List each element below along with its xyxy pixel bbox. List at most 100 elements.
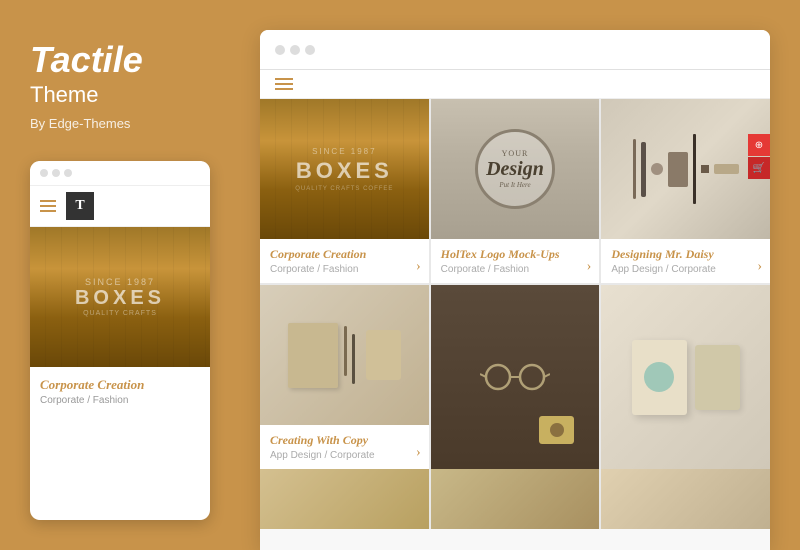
card-3-arrow[interactable]: › xyxy=(757,259,762,275)
biz-card-circle xyxy=(644,362,674,392)
camera-body xyxy=(539,416,574,444)
card-image-6 xyxy=(601,285,770,469)
portfolio-card-1[interactable]: SINCE 1987 BOXES QUALITY CRAFTS COFFEE C… xyxy=(260,99,429,283)
badge-top: ⊕ xyxy=(748,134,770,156)
mobile-card-category: Corporate / Fashion xyxy=(40,395,200,406)
tool-tape xyxy=(714,164,739,174)
wooden-box-mobile: SINCE 1987 BOXES QUALITY CRAFTS xyxy=(30,227,210,367)
ham-line-2 xyxy=(275,83,293,85)
card-3-info: Designing Mr. Daisy App Design / Corpora… xyxy=(601,239,770,283)
biz-card-2 xyxy=(695,345,740,410)
card-4-arrow[interactable]: › xyxy=(416,445,421,461)
portfolio-card-4[interactable]: Creating With Copy App Design / Corporat… xyxy=(260,285,429,469)
glasses-icon xyxy=(480,362,550,392)
card-2-info: HolTex Logo Mock-Ups Corporate / Fashion… xyxy=(431,239,600,283)
browser-window-dots xyxy=(275,45,315,55)
ham-line-1 xyxy=(275,78,293,80)
browser-toolbar xyxy=(260,30,770,70)
boxes-sublabel: SINCE 1987 xyxy=(85,277,155,287)
browser-dot-3 xyxy=(305,45,315,55)
badge-icon-bottom: 🛒 xyxy=(753,163,765,174)
tool-ruler xyxy=(693,134,696,204)
card-4-category: App Design / Corporate xyxy=(270,450,419,461)
hamburger-line-1 xyxy=(40,200,56,202)
card-4-title: Creating With Copy xyxy=(270,433,419,448)
browser-mockup: SINCE 1987 BOXES QUALITY CRAFTS COFFEE C… xyxy=(260,30,770,550)
mobile-logo: T xyxy=(66,192,94,220)
badge-bottom: 🛒 xyxy=(748,157,770,179)
hamburger-icon[interactable] xyxy=(40,200,56,212)
tools-visual xyxy=(601,99,770,239)
browser-dot-1 xyxy=(275,45,285,55)
mobile-nav: T xyxy=(30,186,210,227)
boxes-desc: QUALITY CRAFTS xyxy=(83,310,157,317)
card-image-1: SINCE 1987 BOXES QUALITY CRAFTS COFFEE xyxy=(260,99,429,239)
round-stamp-visual: YOUR Design Put It Here xyxy=(431,99,600,239)
mobile-card-title: Corporate Creation xyxy=(40,377,200,393)
stamp-put: Put It Here xyxy=(499,181,530,189)
stamp-your: YOUR xyxy=(502,149,529,158)
tool-pencil-1 xyxy=(633,139,636,199)
mobile-dot-3 xyxy=(64,169,72,177)
wooden-box-visual: SINCE 1987 BOXES QUALITY CRAFTS COFFEE xyxy=(260,99,429,239)
sidebar-title: Tactile xyxy=(30,40,210,80)
mobile-dot-1 xyxy=(40,169,48,177)
browser-hamburger-icon[interactable] xyxy=(275,78,293,90)
portfolio-card-2[interactable]: YOUR Design Put It Here HolTex Logo Mock… xyxy=(431,99,600,283)
camera-lens xyxy=(550,423,564,437)
stamp-circle: YOUR Design Put It Here xyxy=(475,129,555,209)
sidebar-subtitle: Theme xyxy=(30,82,210,108)
mobile-preview-header xyxy=(30,161,210,186)
stationery-tools xyxy=(344,326,355,384)
mobile-card-image: SINCE 1987 BOXES QUALITY CRAFTS xyxy=(30,227,210,367)
red-badge: ⊕ 🛒 xyxy=(748,134,770,179)
portfolio-grid: SINCE 1987 BOXES QUALITY CRAFTS COFFEE C… xyxy=(260,99,770,469)
stationery-envelope xyxy=(288,323,338,388)
bottom-card-2 xyxy=(431,469,600,529)
card-2-category: Corporate / Fashion xyxy=(441,264,590,275)
hamburger-line-2 xyxy=(40,205,56,207)
card-4-info: Creating With Copy App Design / Corporat… xyxy=(260,425,429,469)
hamburger-line-3 xyxy=(40,210,56,212)
badge-icon-top: ⊕ xyxy=(755,140,763,151)
portfolio-card-6[interactable]: Developing The Grid Corporate / Fashion … xyxy=(601,285,770,469)
browser-inner-nav xyxy=(260,70,770,99)
portfolio-card-5[interactable]: Art In Design Fashion / UI Design › xyxy=(431,285,600,469)
business-cards-visual xyxy=(601,285,770,469)
mobile-dot-2 xyxy=(52,169,60,177)
card-1-title: Corporate Creation xyxy=(270,247,419,262)
card-1-arrow[interactable]: › xyxy=(416,259,421,275)
card-1-info: Corporate Creation Corporate / Fashion › xyxy=(260,239,429,283)
card-image-4 xyxy=(260,285,429,425)
mobile-card-info: Corporate Creation Corporate / Fashion xyxy=(30,367,210,416)
ham-line-3 xyxy=(275,88,293,90)
portfolio-card-3[interactable]: ⊕ 🛒 Designing Mr. Daisy App Design / Cor… xyxy=(601,99,770,283)
sidebar: Tactile Theme By Edge-Themes T SINCE 198… xyxy=(0,0,240,550)
browser-content: SINCE 1987 BOXES QUALITY CRAFTS COFFEE C… xyxy=(260,70,770,550)
card-image-3 xyxy=(601,99,770,239)
sidebar-author: By Edge-Themes xyxy=(30,116,210,131)
card-2-title: HolTex Logo Mock-Ups xyxy=(441,247,590,262)
card-image-2: YOUR Design Put It Here xyxy=(431,99,600,239)
mobile-window-dots xyxy=(40,169,72,177)
bottom-card-1 xyxy=(260,469,429,529)
biz-card-1 xyxy=(632,340,687,415)
since-label: SINCE 1987 xyxy=(312,147,376,156)
boxes-text-mobile: BOXES xyxy=(75,287,165,310)
boxes-label: BOXES xyxy=(296,158,393,184)
card-3-category: App Design / Corporate xyxy=(611,264,760,275)
tool-coin xyxy=(651,163,663,175)
card-image-5 xyxy=(431,285,600,469)
card-3-title: Designing Mr. Daisy xyxy=(611,247,760,262)
bottom-card-3 xyxy=(601,469,770,529)
st-pen xyxy=(352,334,355,384)
portfolio-bottom-row xyxy=(260,469,770,529)
tool-square xyxy=(701,165,709,173)
card-2-arrow[interactable]: › xyxy=(587,259,592,275)
tool-pencil-2 xyxy=(641,142,646,197)
st-card xyxy=(366,330,401,380)
stamp-design: Design xyxy=(486,158,544,181)
quality-label: QUALITY CRAFTS COFFEE xyxy=(295,186,393,192)
tool-eraser xyxy=(668,152,688,187)
browser-dot-2 xyxy=(290,45,300,55)
